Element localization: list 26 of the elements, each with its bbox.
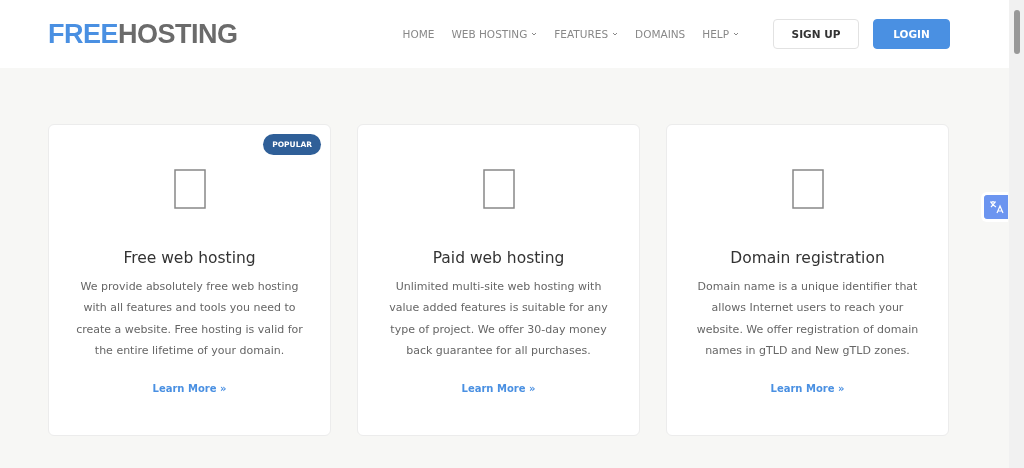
login-button[interactable]: LOGIN xyxy=(873,19,950,49)
nav-link[interactable]: HELP xyxy=(702,28,739,40)
nav-link[interactable]: WEB HOSTING xyxy=(451,28,538,40)
card-description: Domain name is a unique identifier that allows Internet users to reach your website. We offer registration of domain names in gTLD and New gTLD zones. xyxy=(695,279,920,359)
nav-link[interactable]: HOME xyxy=(402,28,435,40)
card-description: We provide absolutely free web hosting with all features and tools you need to create a website. Free hosting is valid for the entire lifetime of your domain. xyxy=(75,279,304,359)
logo[interactable]: FREEHOSTING xyxy=(48,18,238,50)
card-title: Domain registration xyxy=(730,249,885,267)
caret-icon xyxy=(733,32,739,36)
caret-icon xyxy=(612,32,619,36)
signup-button[interactable]: SIGN UP xyxy=(773,19,859,49)
translate-button[interactable] xyxy=(981,192,1008,222)
blank-box-icon xyxy=(791,169,824,209)
nav-link[interactable]: DOMAINS xyxy=(635,28,686,40)
card-title: Free web hosting xyxy=(123,249,256,267)
learn-more-link[interactable]: Learn More » xyxy=(770,383,845,395)
translate-icon xyxy=(988,199,1004,215)
card-description: Unlimited multi-site web hosting with value added features is suitable for any type of project. We offer 30-day money back guarantee for all purchases. xyxy=(388,279,609,359)
blank-box-icon xyxy=(482,169,515,209)
scrollbar-thumb[interactable] xyxy=(1014,10,1020,54)
learn-more-link[interactable]: Learn More » xyxy=(461,383,536,395)
learn-more-link[interactable]: Learn More » xyxy=(152,383,227,395)
nav-link[interactable]: FEATURES xyxy=(554,28,619,40)
card-title: Paid web hosting xyxy=(432,249,565,267)
caret-icon xyxy=(531,32,538,36)
blank-box-icon xyxy=(173,169,206,209)
